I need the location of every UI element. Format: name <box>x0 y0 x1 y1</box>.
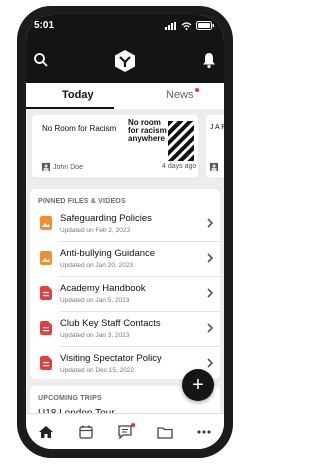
chevron-right-icon <box>207 358 214 368</box>
pdf-file-icon <box>40 321 52 335</box>
avatar-icon <box>42 163 50 171</box>
file-row[interactable]: Club Key Staff Contacts Updated on Jan 3… <box>30 312 220 345</box>
news-author-name: John Doe <box>53 163 83 171</box>
file-updated: Updated on Jan 3, 2023 <box>60 332 130 339</box>
pdf-file-icon <box>40 286 52 300</box>
trips-section-title: UPCOMING TRIPS <box>38 395 102 402</box>
signal-icon <box>165 21 176 30</box>
search-icon[interactable] <box>32 51 50 69</box>
tab-bar: Today News <box>26 83 224 109</box>
tab-news[interactable]: News <box>166 89 194 101</box>
home-icon[interactable] <box>38 425 54 439</box>
image-file-icon <box>40 251 52 265</box>
news-author: John Doe <box>42 163 83 171</box>
app-screen: 5:01 Today News No Room for Racism No ro… <box>26 15 224 449</box>
add-button[interactable]: + <box>182 369 214 401</box>
more-icon[interactable] <box>196 425 212 439</box>
file-name: Club Key Staff Contacts <box>60 318 161 329</box>
chevron-right-icon <box>207 288 214 298</box>
news-card-image: No room for racism anywhere <box>128 119 194 163</box>
chevron-right-icon <box>207 253 214 263</box>
folder-icon[interactable] <box>157 425 173 439</box>
news-age: 4 days ago <box>162 163 197 170</box>
file-row[interactable]: Anti-bullying Guidance Updated on Jan 20… <box>30 242 220 275</box>
battery-icon <box>196 21 214 30</box>
file-row[interactable]: Academy Handbook Updated on Jan 5, 2023 <box>30 277 220 310</box>
pinned-section-title: PINNED FILES & VIDEOS <box>38 198 126 205</box>
pdf-file-icon <box>40 356 52 370</box>
file-row[interactable]: Safeguarding Policies Updated on Feb 2, … <box>30 207 220 240</box>
file-updated: Updated on Jan 5, 2023 <box>60 297 130 304</box>
news-image-text: No room for racism anywhere <box>128 119 167 143</box>
active-tab-indicator <box>26 107 114 109</box>
pinned-files-card: PINNED FILES & VIDEOS Safeguarding Polic… <box>30 189 220 379</box>
file-updated: Updated on Feb 2, 2023 <box>60 227 131 234</box>
image-file-icon <box>40 216 52 230</box>
news-card-title: No Room for Racism <box>42 124 117 133</box>
news-card[interactable]: No Room for Racism No room for racism an… <box>32 115 198 177</box>
news-feed-carousel: No Room for Racism No room for racism an… <box>26 115 224 179</box>
chevron-right-icon <box>207 218 214 228</box>
avatar-icon <box>210 163 218 171</box>
tab-today[interactable]: Today <box>62 89 94 101</box>
file-updated: Updated on Jan 20, 2023 <box>60 262 134 269</box>
bell-icon[interactable] <box>200 51 218 69</box>
news-card-partial-title: J A R <box>210 124 224 131</box>
status-time: 5:01 <box>34 20 55 31</box>
status-bar: 5:01 <box>26 15 224 39</box>
wifi-icon <box>181 21 192 30</box>
messages-tab[interactable] <box>117 423 135 440</box>
file-name: Safeguarding Policies <box>60 213 152 224</box>
news-unread-badge <box>195 88 199 92</box>
status-icons <box>165 21 214 30</box>
messages-icon <box>118 425 132 440</box>
file-name: Visiting Spectator Policy <box>60 353 162 364</box>
messages-badge <box>131 423 135 427</box>
news-card-partial[interactable]: J A R <box>206 115 224 177</box>
stripes-graphic <box>168 121 194 161</box>
file-updated: Updated on Dec 15, 2022 <box>60 367 135 374</box>
chevron-right-icon <box>207 323 214 333</box>
file-name: Anti-bullying Guidance <box>60 248 156 259</box>
club-logo-icon <box>115 50 135 72</box>
app-header <box>26 39 224 83</box>
file-name: Academy Handbook <box>60 283 146 294</box>
bottom-nav <box>26 413 224 449</box>
calendar-icon[interactable] <box>78 425 94 439</box>
